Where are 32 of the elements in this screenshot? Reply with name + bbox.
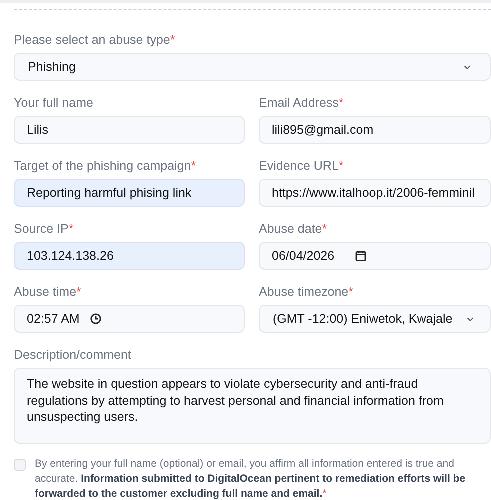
input-field[interactable]: Reporting harmful phising link [14,179,245,207]
input-field[interactable]: https://www.italhoop.it/2006-femminil [259,179,491,207]
input-field[interactable]: Lilis [14,116,245,144]
field-label: Email Address [259,96,339,110]
required-mark: * [322,222,328,236]
input-field[interactable]: 103.124.138.26 [14,242,245,270]
clock-icon[interactable] [90,313,102,325]
consent-text: By entering your full name (optional) or email, you affirm all information entered is true and accurate. Information submitted to DigitalOcean pertinent to remediation efforts will be forwarded to the customer excluding full name and email.* [35,457,467,500]
input-field[interactable]: lili895@gmail.com [259,116,491,144]
calendar-icon[interactable] [354,250,367,262]
required-mark: * [338,159,344,173]
time-field[interactable]: 02:57 AM [14,305,245,333]
field-label: Target of the phishing campaign [14,159,192,173]
field-label: Evidence URL [259,159,339,173]
date-field[interactable]: 06/04/2026 [259,242,491,270]
checkbox[interactable] [14,459,26,471]
required-mark: * [68,222,74,236]
required-mark: * [338,96,344,110]
field-label: Abuse timezone [259,285,349,299]
text-area[interactable]: The website in question appears to violate cybersecurity and anti-fraud regulations by attempting to harvest personal and financial information from unsuspecting users. [14,368,491,444]
field-label: Please select an abuse type [14,33,170,47]
required-mark: * [191,159,196,173]
dropdown[interactable]: (GMT -12:00) Eniwetok, Kwajale [259,305,491,333]
field-label: Your full name [14,96,94,110]
field-label: Abuse time [14,285,77,299]
required-mark: * [170,33,176,47]
dropdown[interactable]: Phishing [14,53,491,81]
field-label: Abuse date [259,222,322,236]
field-label: Description/comment [14,348,132,362]
required-mark: * [76,285,82,299]
field-label: Source IP [14,222,69,236]
required-mark: * [348,285,354,299]
